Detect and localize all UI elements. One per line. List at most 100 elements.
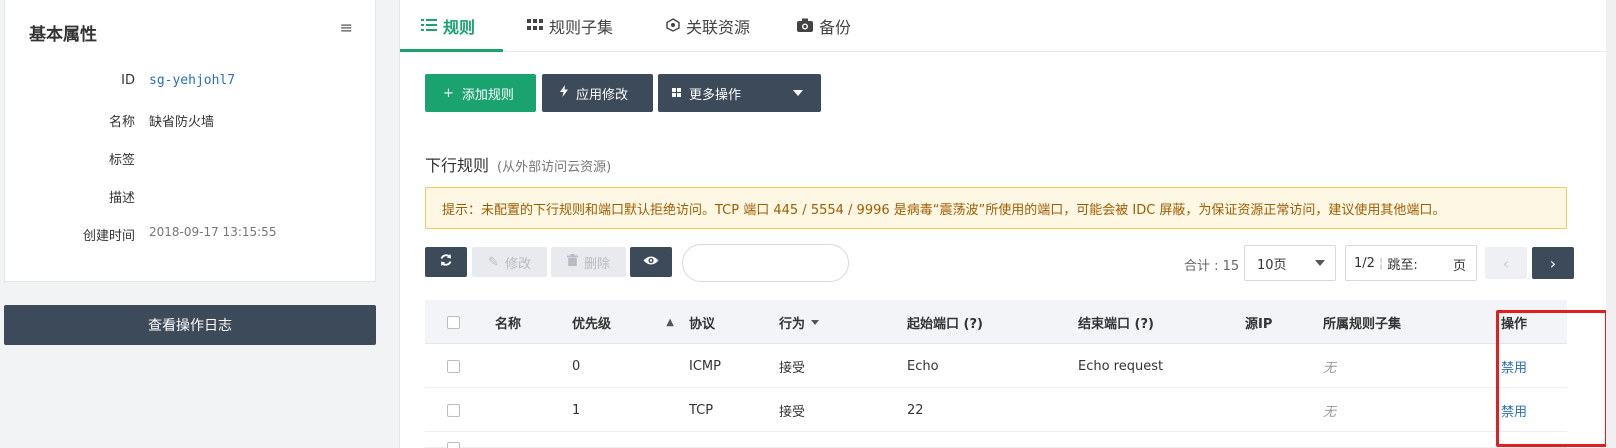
cell-priority: 1 [572, 402, 581, 418]
table-row [425, 432, 1567, 448]
caret-down-icon [1315, 260, 1325, 266]
col-protocol: 协议 [689, 316, 716, 332]
page-size-value: 10页 [1257, 257, 1287, 273]
attr-row-created: 创建时间 2018-09-17 13:15:55 [5, 225, 377, 245]
attr-key: 描述 [108, 191, 135, 206]
basic-properties-card: 基本属性 ≡ ID sg-yehjohl7 名称 缺省防火墙 标签 描述 创建时… [4, 0, 376, 282]
tab-backup[interactable]: 备份 [797, 12, 851, 40]
next-page-button[interactable]: › [1532, 247, 1574, 279]
apps-icon [672, 86, 681, 101]
attr-row-tags: 标签 [5, 149, 377, 169]
col-action[interactable]: 行为 [779, 300, 820, 344]
cell-protocol: ICMP [689, 358, 721, 374]
add-rule-button[interactable]: + 添加规则 [425, 74, 536, 112]
more-actions-dropdown[interactable]: 更多操作 [658, 74, 821, 112]
select-all-checkbox[interactable] [447, 300, 460, 344]
cell-start-port: Echo [907, 358, 939, 374]
attr-row-name: 名称 缺省防火墙 [5, 111, 377, 131]
tab-label: 规则 [443, 18, 476, 37]
tab-rule-subsets[interactable]: 规则子集 [527, 12, 613, 40]
active-tab-indicator [400, 49, 503, 52]
sort-asc-icon: ▲ [666, 316, 674, 328]
col-source-ip: 源IP [1245, 316, 1273, 332]
row-checkbox[interactable] [447, 388, 460, 432]
row-checkbox[interactable] [447, 432, 460, 448]
attr-key: 名称 [108, 115, 135, 130]
table-row: 1 TCP 接受 22 无 禁用 [425, 388, 1567, 432]
attr-row-description: 描述 [5, 187, 377, 207]
page-jump-input[interactable]: 1/2 ¦ 跳至: 页 [1345, 245, 1477, 281]
apply-changes-button[interactable]: 应用修改 [542, 74, 653, 112]
cell-rule-subset: 无 [1323, 360, 1337, 376]
main-panel: 规则 规则子集 关联资源 备份 + 添加规则 应用修改 更多操作 下行规则 (从… [399, 0, 1616, 448]
cell-action: 接受 [779, 360, 806, 376]
delete-button[interactable]: 删除 [551, 247, 626, 277]
search-input[interactable] [682, 244, 849, 282]
add-rule-label: 添加规则 [461, 87, 514, 103]
delete-label: 删除 [583, 256, 610, 272]
section-subtitle: (从外部访问云资源) [497, 160, 612, 175]
col-rule-subset: 所属规则子集 [1323, 316, 1402, 332]
col-action-label: 行为 [779, 316, 806, 332]
attr-key: 创建时间 [82, 229, 135, 244]
cell-start-port: 22 [907, 402, 924, 418]
attr-key: 标签 [108, 153, 135, 168]
bolt-icon [560, 85, 568, 101]
section-title: 下行规则 (从外部访问云资源) [425, 152, 611, 176]
card-title: 基本属性 [29, 25, 97, 45]
jump-label: 跳至: [1387, 257, 1418, 273]
tab-label: 关联资源 [686, 18, 751, 37]
trash-icon [566, 254, 578, 270]
list-icon [421, 17, 437, 36]
camera-icon [797, 17, 813, 36]
page-size-select[interactable]: 10页 [1244, 245, 1336, 281]
chevron-left-icon: ‹ [1502, 253, 1510, 273]
apply-changes-label: 应用修改 [576, 87, 629, 103]
separator: ¦ [1378, 255, 1384, 271]
disable-link[interactable]: 禁用 [1501, 344, 1527, 388]
attr-value-created: 2018-09-17 13:15:55 [149, 225, 277, 239]
page-status: 1/2 [1354, 255, 1375, 271]
toggle-view-button[interactable] [630, 247, 672, 277]
pencil-icon: ✎ [488, 254, 499, 270]
table-row: 0 ICMP 接受 Echo Echo request 无 禁用 [425, 344, 1567, 388]
attr-value-id[interactable]: sg-yehjohl7 [149, 73, 235, 88]
edit-label: 修改 [504, 256, 531, 272]
eye-icon [643, 255, 659, 270]
cell-end-port: Echo request [1078, 358, 1164, 374]
attr-value-name: 缺省防火墙 [149, 115, 215, 130]
col-operations: 操作 [1501, 316, 1528, 332]
tab-related-resources[interactable]: 关联资源 [666, 12, 750, 40]
filter-caret-icon [811, 319, 820, 325]
table-header: 名称 优先级 ▲ 协议 行为 起始端口 (?) 结束端口 (?) 源IP 所属规… [425, 300, 1567, 344]
total-count: 合计 : 15 [1184, 259, 1240, 274]
refresh-button[interactable] [425, 247, 467, 277]
scrollbar[interactable] [1606, 0, 1616, 448]
cube-icon [666, 17, 680, 36]
col-priority-label: 优先级 [572, 316, 612, 332]
menu-icon[interactable]: ≡ [340, 18, 353, 37]
notice-banner: 提示：未配置的下行规则和端口默认拒绝访问。TCP 端口 445 / 5554 /… [425, 187, 1567, 229]
more-actions-label: 更多操作 [689, 87, 742, 103]
cell-priority: 0 [572, 358, 581, 374]
row-checkbox[interactable] [447, 344, 460, 388]
attr-row-id: ID sg-yehjohl7 [5, 73, 377, 93]
cell-action: 接受 [779, 404, 806, 420]
view-operation-log-button[interactable]: 查看操作日志 [4, 305, 376, 345]
col-start-port[interactable]: 起始端口 (?) [907, 300, 983, 344]
prev-page-button[interactable]: ‹ [1485, 247, 1527, 279]
attr-key: ID [121, 73, 135, 88]
tab-bar: 规则 规则子集 关联资源 备份 [400, 0, 1616, 52]
plus-icon: + [443, 85, 454, 101]
cell-protocol: TCP [689, 402, 714, 418]
cell-rule-subset: 无 [1323, 404, 1337, 420]
tab-label: 规则子集 [549, 18, 614, 37]
col-end-port[interactable]: 结束端口 (?) [1078, 300, 1154, 344]
col-name: 名称 [495, 316, 522, 332]
edit-button[interactable]: ✎ 修改 [472, 247, 547, 277]
section-heading: 下行规则 [425, 156, 490, 175]
caret-down-icon [793, 90, 803, 96]
tab-rules[interactable]: 规则 [421, 12, 475, 40]
disable-link[interactable]: 禁用 [1501, 388, 1527, 432]
col-priority[interactable]: 优先级 ▲ [572, 300, 678, 344]
